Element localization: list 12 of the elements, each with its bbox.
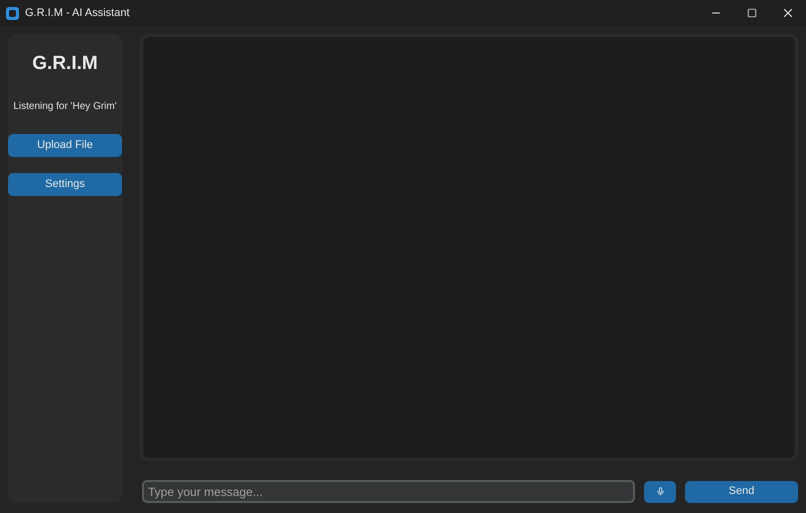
app-name: G.R.I.M (32, 52, 98, 76)
microphone-button[interactable] (644, 480, 676, 502)
send-button[interactable]: Send (685, 480, 798, 502)
status-text: Listening for 'Hey Grim' (13, 100, 117, 114)
app-icon (6, 6, 19, 20)
window-title: G.R.I.M - AI Assistant (25, 6, 130, 21)
microphone-icon (656, 487, 664, 496)
close-icon (781, 6, 795, 20)
sidebar-button[interactable]: Upload File (8, 134, 122, 156)
maximize-icon (747, 8, 757, 18)
message-input[interactable]: Type your message... (142, 480, 635, 503)
sidebar-button[interactable]: Settings (8, 172, 122, 196)
